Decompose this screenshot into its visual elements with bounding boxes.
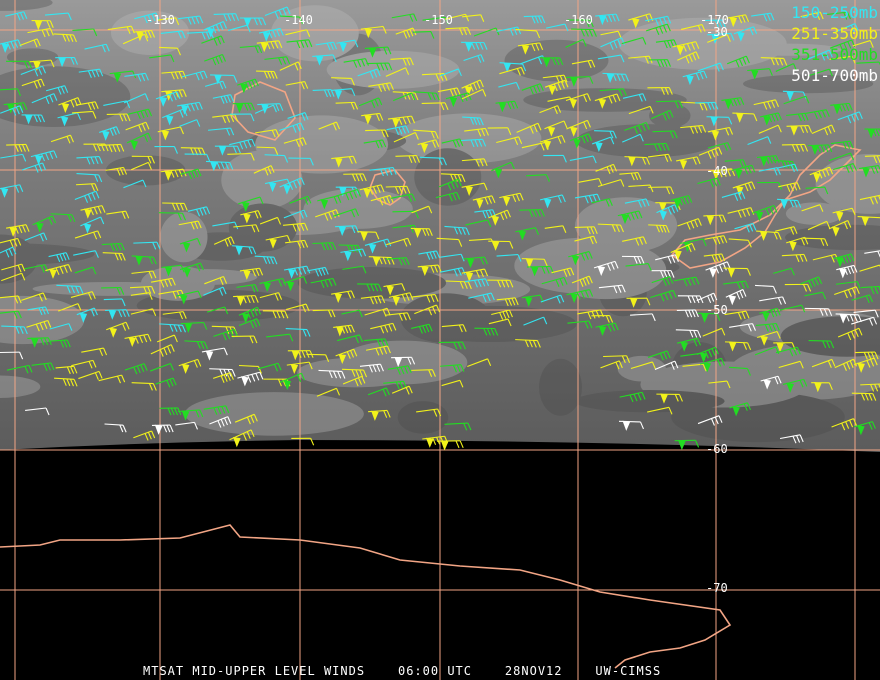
lat-label: -60 (706, 442, 728, 456)
legend-entry-501-700: 501-700mb (791, 66, 878, 85)
lon-label: -150 (424, 13, 453, 27)
lon-label: -140 (284, 13, 313, 27)
pressure-legend: 150-250mb 251-350mb 351-500mb 501-700mb (791, 2, 878, 86)
time-label: 06:00 UTC (397, 664, 473, 678)
legend-entry-251-350: 251-350mb (791, 24, 878, 43)
cloud-patch (255, 115, 389, 174)
satellite-wind-map: -130 -140 -150 -160 -170 -30 -40 -50 -60… (0, 0, 880, 680)
cloud-patch (539, 358, 582, 416)
lat-label: -70 (706, 581, 728, 595)
source-label: UW-CIMSS (595, 664, 662, 678)
footer-caption: MTSAT MID-UPPER LEVEL WINDS 06:00 UTC 28… (143, 664, 661, 678)
lon-label: -160 (564, 13, 593, 27)
lat-label: -50 (706, 303, 728, 317)
product-name: MID-UPPER LEVEL WINDS (192, 664, 366, 678)
date-label: 28NOV12 (504, 664, 563, 678)
legend-entry-351-500: 351-500mb (791, 45, 878, 64)
cloud-patch (414, 148, 482, 206)
cloud-patch (184, 392, 364, 436)
lon-label: -130 (146, 13, 175, 27)
cloud-patch (303, 188, 413, 229)
cloud-patch (160, 211, 208, 263)
lat-label: -40 (706, 164, 728, 178)
cloud-patch (397, 401, 449, 434)
lat-label: -30 (706, 25, 728, 39)
legend-entry-150-250: 150-250mb (791, 3, 878, 22)
satellite-name: MTSAT (143, 664, 185, 678)
cloud-patch (400, 293, 492, 343)
cloud-patch (574, 390, 725, 413)
cloud-patch (228, 203, 298, 252)
